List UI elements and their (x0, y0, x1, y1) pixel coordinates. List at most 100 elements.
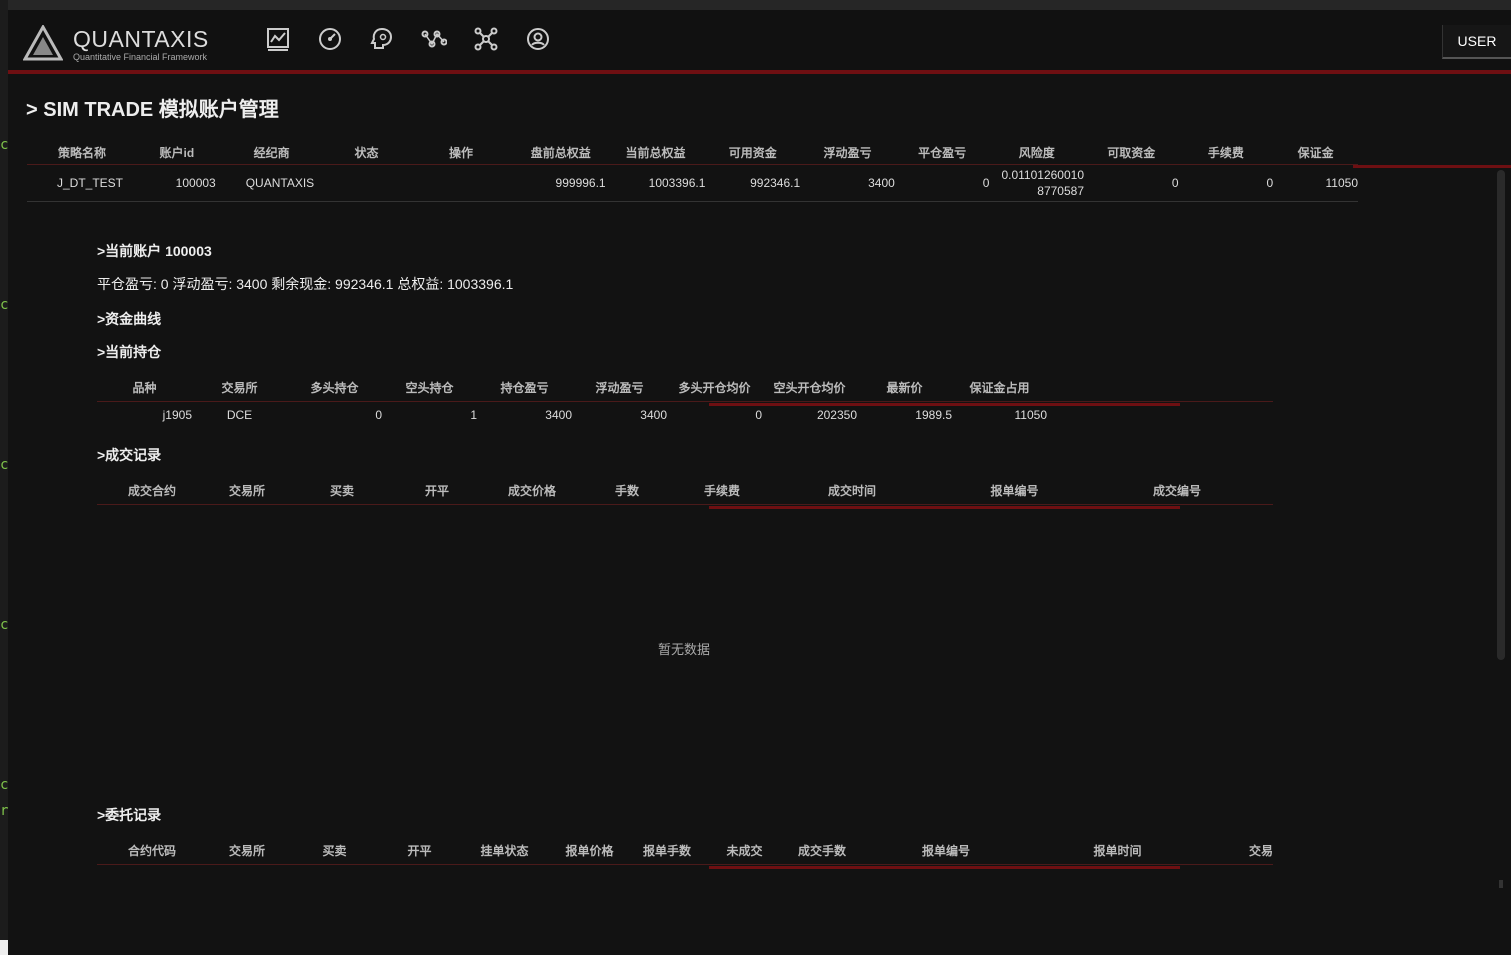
col-header: 挂单状态 (457, 836, 552, 865)
accent-line (709, 403, 1180, 406)
cell-account-id: 100003 (136, 164, 217, 202)
col-header: 未成交 (707, 836, 782, 865)
trades-table: 成交合约 交易所 买卖 开平 成交价格 手数 手续费 成交时间 报单编号 成交编… (97, 476, 1273, 505)
col-header: 报单编号 (862, 836, 1030, 865)
col-header: 成交价格 (477, 476, 587, 505)
cell-margin: 11050 (1273, 164, 1358, 202)
positions-table: 品种 交易所 多头持仓 空头持仓 持仓盈亏 浮动盈亏 多头开仓均价 空头开仓均价… (97, 373, 1273, 428)
col-header: 账户id (136, 140, 217, 165)
network-icon[interactable] (421, 26, 447, 52)
empty-state: 暂无数据 (658, 642, 711, 657)
col-header: 可用资金 (705, 140, 801, 165)
table-row[interactable]: J_DT_TEST 100003 QUANTAXIS 999996.1 1003… (27, 164, 1358, 202)
cell-risk: 0.011012600108770587 (989, 164, 1084, 202)
col-header: 报单价格 (552, 836, 627, 865)
col-header: 交易所 (207, 476, 287, 505)
col-header: 保证金 (1273, 140, 1358, 165)
col-header: 多头开仓均价 (667, 373, 762, 402)
vertical-scrollbar[interactable] (1497, 170, 1505, 660)
cell-exchange: DCE (226, 408, 253, 422)
hub-icon[interactable] (473, 26, 499, 52)
cell-commission: 0 (1178, 164, 1274, 202)
col-header: 多头持仓 (287, 373, 382, 402)
cell-float-pnl: 3400 (800, 164, 895, 202)
dashboard-icon[interactable] (317, 26, 343, 52)
brain-icon[interactable] (369, 26, 395, 52)
col-header: 开平 (382, 836, 457, 865)
col-header: 策略名称 (27, 140, 137, 165)
cell-position-pnl: 3400 (545, 408, 572, 422)
cell-status (326, 164, 407, 202)
col-header: 盘前总权益 (515, 140, 606, 165)
accent-line (1353, 165, 1511, 168)
logo[interactable]: QUANTAXIS Quantitative Financial Framewo… (23, 25, 223, 63)
col-header: 手续费 (667, 476, 777, 505)
accent-line (709, 866, 1180, 869)
logo-subtitle: Quantitative Financial Framework (73, 52, 208, 62)
navbar-divider (8, 70, 1511, 74)
account-table: 策略名称 账户id 经纪商 状态 操作 盘前总权益 当前总权益 可用资金 浮动盈… (27, 140, 1358, 202)
window-top-strip (8, 0, 1511, 10)
equity-curve-heading: >资金曲线 (97, 311, 162, 327)
chart-icon[interactable] (265, 26, 291, 52)
logo-title: QUANTAXIS (73, 26, 209, 52)
positions-table-header: 品种 交易所 多头持仓 空头持仓 持仓盈亏 浮动盈亏 多头开仓均价 空头开仓均价… (97, 373, 1273, 402)
col-header: 开平 (397, 476, 477, 505)
cell-close-pnl: 0 (894, 164, 990, 202)
col-header: 手续费 (1178, 140, 1274, 165)
col-header: 空头持仓 (382, 373, 477, 402)
trades-heading: >成交记录 (97, 447, 162, 463)
cell-withdrawable: 0 (1084, 164, 1179, 202)
cell-float-pnl: 3400 (640, 408, 667, 422)
col-header: 经纪商 (216, 140, 327, 165)
account-summary: 平仓盈亏: 0 浮动盈亏: 3400 剩余现金: 992346.1 总权益: 1… (97, 276, 514, 292)
col-header: 报单编号 (927, 476, 1102, 505)
cell-action[interactable] (406, 164, 516, 202)
logo-icon (23, 25, 63, 61)
left-gutter: c c c c c r (0, 0, 8, 955)
col-header: 买卖 (287, 836, 382, 865)
cell-strategy: J_DT_TEST (27, 164, 137, 202)
account-circle-icon[interactable] (525, 26, 551, 52)
page-title: > SIM TRADE 模拟账户管理 (26, 99, 279, 121)
cell-broker: QUANTAXIS (216, 164, 327, 202)
col-header: 当前总权益 (605, 140, 706, 165)
col-header: 报单手数 (627, 836, 707, 865)
trades-table-header: 成交合约 交易所 买卖 开平 成交价格 手数 手续费 成交时间 报单编号 成交编… (97, 476, 1273, 505)
col-header: 浮动盈亏 (572, 373, 667, 402)
cell-long-volume: 0 (375, 408, 382, 422)
col-header: 买卖 (287, 476, 397, 505)
window-corner (0, 940, 8, 955)
col-header: 操作 (406, 140, 516, 165)
col-header: 报单时间 (1030, 836, 1205, 865)
current-account-heading: >当前账户 100003 (97, 243, 212, 259)
account-table-header: 策略名称 账户id 经纪商 状态 操作 盘前总权益 当前总权益 可用资金 浮动盈… (27, 140, 1358, 165)
col-header: 成交合约 (97, 476, 207, 505)
cell-pre-equity: 999996.1 (515, 164, 606, 202)
cell-equity: 1003396.1 (605, 164, 706, 202)
orders-table-header: 合约代码 交易所 买卖 开平 挂单状态 报单价格 报单手数 未成交 成交手数 报… (97, 836, 1273, 865)
cell-short-volume: 1 (470, 408, 477, 422)
col-header: 浮动盈亏 (800, 140, 895, 165)
cell-available: 992346.1 (705, 164, 801, 202)
positions-heading: >当前持仓 (97, 344, 162, 360)
col-header: 交易 (1205, 836, 1273, 865)
orders-table: 合约代码 交易所 买卖 开平 挂单状态 报单价格 报单手数 未成交 成交手数 报… (97, 836, 1273, 865)
col-header: 成交编号 (1102, 476, 1252, 505)
cell-code: j1905 (162, 408, 192, 422)
col-header: 空头开仓均价 (762, 373, 857, 402)
col-header: 持仓盈亏 (477, 373, 572, 402)
scrollbar-end (1499, 880, 1503, 888)
col-header: 保证金占用 (952, 373, 1047, 402)
col-header: 交易所 (192, 373, 287, 402)
col-header: 手数 (587, 476, 667, 505)
col-header: 成交时间 (777, 476, 927, 505)
col-header: 平仓盈亏 (894, 140, 990, 165)
col-header: 最新价 (857, 373, 952, 402)
col-header: 合约代码 (97, 836, 207, 865)
navbar: QUANTAXIS Quantitative Financial Framewo… (8, 10, 1511, 70)
col-header: 风险度 (989, 140, 1084, 165)
col-header: 状态 (326, 140, 407, 165)
col-header: 成交手数 (782, 836, 862, 865)
user-button[interactable]: USER (1442, 25, 1511, 59)
